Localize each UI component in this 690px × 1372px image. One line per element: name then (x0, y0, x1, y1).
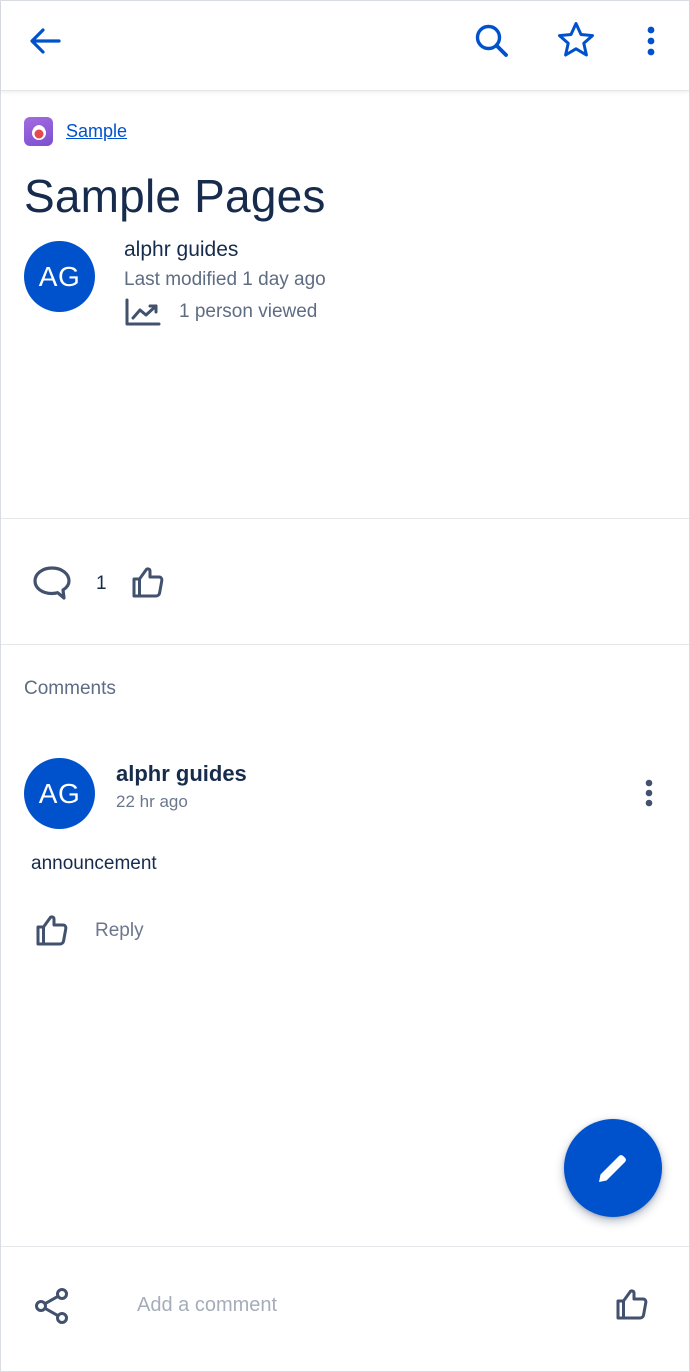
comment-timestamp: 22 hr ago (116, 792, 188, 811)
comment-author-name[interactable]: alphr guides (116, 761, 247, 787)
pencil-icon (599, 1155, 626, 1182)
add-comment-input[interactable]: Add a comment (137, 1294, 277, 1317)
page-views[interactable]: 1 person viewed (124, 297, 317, 327)
author-avatar[interactable]: AG (24, 241, 95, 312)
divider (1, 518, 689, 519)
comment-count: 1 (96, 573, 107, 594)
space-link[interactable]: Sample (66, 121, 127, 142)
share-icon[interactable] (33, 1287, 71, 1325)
breadcrumb: Sample (24, 117, 127, 146)
analytics-trend-icon (125, 298, 161, 326)
comment-like-icon[interactable] (35, 913, 69, 947)
more-options-button[interactable] (633, 18, 669, 64)
like-icon[interactable] (131, 565, 165, 599)
more-vertical-icon (647, 26, 655, 56)
comment-body: announcement (31, 853, 157, 874)
comment-author-avatar[interactable]: AG (24, 758, 95, 829)
search-icon (475, 24, 508, 57)
top-app-bar (1, 1, 689, 91)
favorite-button[interactable] (552, 16, 600, 64)
page-title: Sample Pages (24, 170, 326, 222)
page-actions: 1 (31, 564, 211, 604)
views-count-text: 1 person viewed (179, 301, 318, 322)
last-modified-text: Last modified 1 day ago (124, 269, 326, 290)
arrow-left-icon (30, 28, 61, 54)
bottom-bar: Add a comment (1, 1246, 689, 1371)
search-button[interactable] (469, 18, 515, 64)
back-button[interactable] (21, 18, 69, 64)
space-avatar-icon (24, 117, 53, 146)
more-vertical-icon (645, 779, 653, 807)
reply-button[interactable]: Reply (95, 920, 144, 942)
divider (1, 644, 689, 645)
comments-section-label: Comments (24, 678, 116, 699)
comment-icon[interactable] (31, 564, 73, 602)
star-icon (558, 22, 594, 57)
author-name[interactable]: alphr guides (124, 238, 238, 262)
like-icon[interactable] (615, 1287, 649, 1321)
comment-more-button[interactable] (631, 773, 667, 813)
edit-page-button[interactable] (564, 1119, 662, 1217)
